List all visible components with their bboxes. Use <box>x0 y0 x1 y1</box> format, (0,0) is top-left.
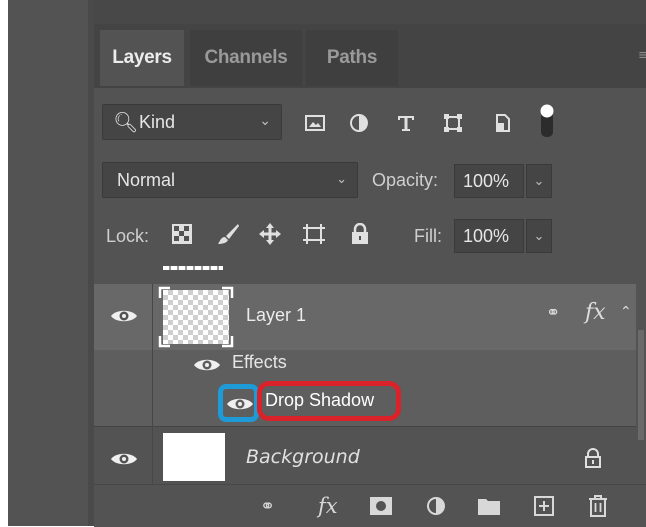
filter-toggle[interactable] <box>540 104 554 138</box>
opacity-input[interactable]: 100% <box>454 164 524 198</box>
row-divider <box>94 426 636 427</box>
tab-layers[interactable]: Layers <box>100 30 184 86</box>
adjustment-filter-icon[interactable] <box>346 110 372 136</box>
blend-mode-value: Normal <box>117 170 176 190</box>
visibility-column-divider <box>152 284 153 484</box>
lock-image-pixels-icon[interactable] <box>214 220 242 248</box>
layer-link-icon: ⚭ <box>546 303 561 323</box>
new-group-icon[interactable] <box>478 494 500 518</box>
chevron-down-icon: ⌄ <box>533 228 545 244</box>
panel-top-strip <box>94 0 646 24</box>
drop-shadow-highlight <box>257 381 401 421</box>
background-layer-name[interactable]: Background <box>246 446 360 468</box>
thumbnail-selection-frame <box>158 286 234 348</box>
filter-kind-label: Kind <box>139 112 176 132</box>
type-filter-icon[interactable] <box>393 110 419 136</box>
panel-menu-icon[interactable]: ≡ <box>638 48 646 63</box>
blend-mode-select[interactable]: Normal ⌄ <box>102 162 358 198</box>
tab-channels[interactable]: Channels <box>190 30 302 86</box>
fill-dropdown-button[interactable]: ⌄ <box>526 219 552 253</box>
eye-icon[interactable] <box>110 308 138 324</box>
smart-object-filter-icon[interactable] <box>490 110 516 136</box>
lock-all-icon[interactable] <box>346 220 374 248</box>
delete-layer-icon[interactable] <box>588 494 608 518</box>
fill-input[interactable]: 100% <box>454 219 524 253</box>
eye-icon[interactable] <box>110 451 138 467</box>
add-mask-icon[interactable] <box>370 494 392 518</box>
fx-icon[interactable]: fx <box>585 300 606 325</box>
drop-shadow-visibility-highlight <box>218 384 259 422</box>
effects-label: Effects <box>232 352 287 372</box>
layers-scrollbar[interactable] <box>638 330 644 440</box>
new-adjustment-icon[interactable] <box>426 494 446 518</box>
lock-transparent-pixels-icon[interactable] <box>168 220 196 248</box>
lock-icon[interactable] <box>584 448 602 468</box>
image-filter-icon[interactable] <box>302 110 328 136</box>
background-thumbnail <box>163 433 225 481</box>
chevron-down-icon: ⌄ <box>259 113 271 129</box>
new-layer-icon[interactable] <box>534 494 554 518</box>
eye-icon[interactable] <box>193 357 221 373</box>
search-icon: 🔍︎ <box>113 110 139 134</box>
lock-artboard-icon[interactable] <box>300 220 328 248</box>
filter-kind-select[interactable]: 🔍︎ Kind ⌄ <box>102 104 282 140</box>
add-style-icon[interactable]: fx <box>318 494 338 518</box>
lock-label: Lock: <box>106 226 150 246</box>
link-layers-icon[interactable]: ⚭ <box>260 494 275 518</box>
chevron-down-icon: ⌄ <box>336 172 347 187</box>
previous-layer-thumbnail-edge <box>163 266 223 270</box>
workspace-gutter <box>8 0 88 526</box>
shape-filter-icon[interactable] <box>440 110 466 136</box>
tab-paths[interactable]: Paths <box>306 30 398 86</box>
layer-1-name[interactable]: Layer 1 <box>246 305 306 326</box>
fill-label: Fill: <box>414 226 442 246</box>
chevron-down-icon: ⌄ <box>533 173 545 189</box>
chevron-up-icon[interactable]: ⌃ <box>620 304 632 320</box>
opacity-dropdown-button[interactable]: ⌄ <box>526 164 552 198</box>
lock-position-icon[interactable] <box>256 220 284 248</box>
opacity-label: Opacity: <box>372 170 439 190</box>
